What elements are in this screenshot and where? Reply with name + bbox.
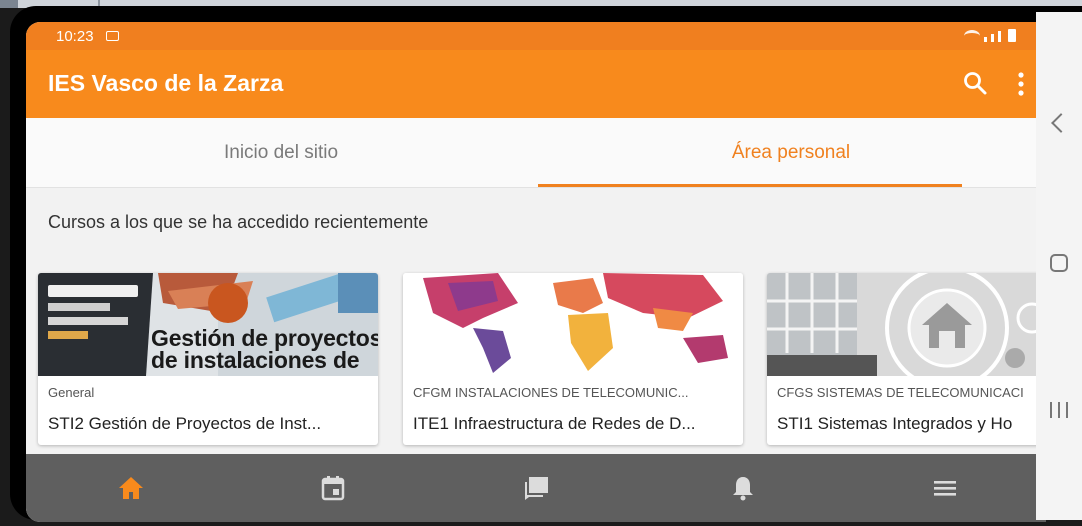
course-category: CFGM INSTALACIONES DE TELECOMUNIC... (413, 385, 689, 400)
search-icon[interactable] (962, 70, 988, 96)
battery-icon (1008, 29, 1016, 42)
recent-apps-icon[interactable] (1050, 402, 1068, 418)
tab-personal-area[interactable]: Área personal (536, 118, 1046, 188)
tab-site-home[interactable]: Inicio del sitio (26, 118, 536, 188)
course-card[interactable]: CFGS SISTEMAS DE TELECOMUNICACI STI1 Sis… (767, 273, 1046, 445)
signal-icon (984, 37, 987, 42)
course-image (767, 273, 1046, 376)
recent-courses-list: Gestión de proyectos de instalaciones de… (38, 273, 1046, 445)
app-title: IES Vasco de la Zarza (48, 70, 284, 96)
course-card[interactable]: CFGM INSTALACIONES DE TELECOMUNIC... ITE… (403, 273, 743, 445)
bottom-navigation (26, 454, 1046, 522)
section-title: Cursos a los que se ha accedido reciente… (48, 212, 429, 232)
device-stage: 10:23 IES Vasco de la Zarza Inicio del s… (0, 0, 1082, 526)
tab-label: Área personal (731, 142, 851, 163)
course-name: STI2 Gestión de Proyectos de Inst... (48, 414, 322, 433)
back-icon[interactable] (1051, 113, 1071, 133)
course-name: STI1 Sistemas Integrados y Ho (777, 414, 1013, 433)
tab-label: Inicio del sitio (223, 142, 339, 163)
system-indicators (964, 29, 1016, 42)
wifi-icon (964, 30, 980, 42)
signal-bar (991, 34, 994, 42)
status-bar: 10:23 (26, 22, 1046, 50)
calendar-icon[interactable] (318, 473, 348, 503)
phone-frame: 10:23 IES Vasco de la Zarza Inicio del s… (10, 6, 1082, 522)
home-icon[interactable] (116, 473, 146, 503)
app-screen: 10:23 IES Vasco de la Zarza Inicio del s… (26, 22, 1046, 522)
message-notification-icon (106, 31, 119, 41)
world-map-graphic (403, 273, 743, 376)
signal-bar (998, 31, 1001, 42)
course-name: ITE1 Infraestructura de Redes de D... (413, 414, 696, 433)
notifications-icon[interactable] (728, 473, 758, 503)
smart-home-graphic (767, 273, 1046, 376)
desktop-icon (0, 0, 18, 8)
course-image (403, 273, 743, 376)
more-options-icon[interactable] (1014, 71, 1028, 97)
system-home-icon[interactable] (1050, 254, 1068, 272)
course-card[interactable]: Gestión de proyectos de instalaciones de… (38, 273, 378, 445)
app-bar: IES Vasco de la Zarza (26, 50, 1046, 118)
messages-icon[interactable] (521, 473, 551, 503)
course-image-caption: Gestión de proyectos de instalaciones de (151, 325, 378, 373)
menu-icon[interactable] (930, 473, 960, 503)
system-navigation-bar (1036, 12, 1082, 520)
active-tab-indicator (538, 184, 962, 187)
status-time: 10:23 (56, 28, 94, 45)
course-category: CFGS SISTEMAS DE TELECOMUNICACI (777, 385, 1024, 400)
course-category: General (48, 385, 95, 400)
course-image: Gestión de proyectos de instalaciones de (38, 273, 378, 376)
tab-bar: Inicio del sitio Área personal (26, 118, 1046, 188)
